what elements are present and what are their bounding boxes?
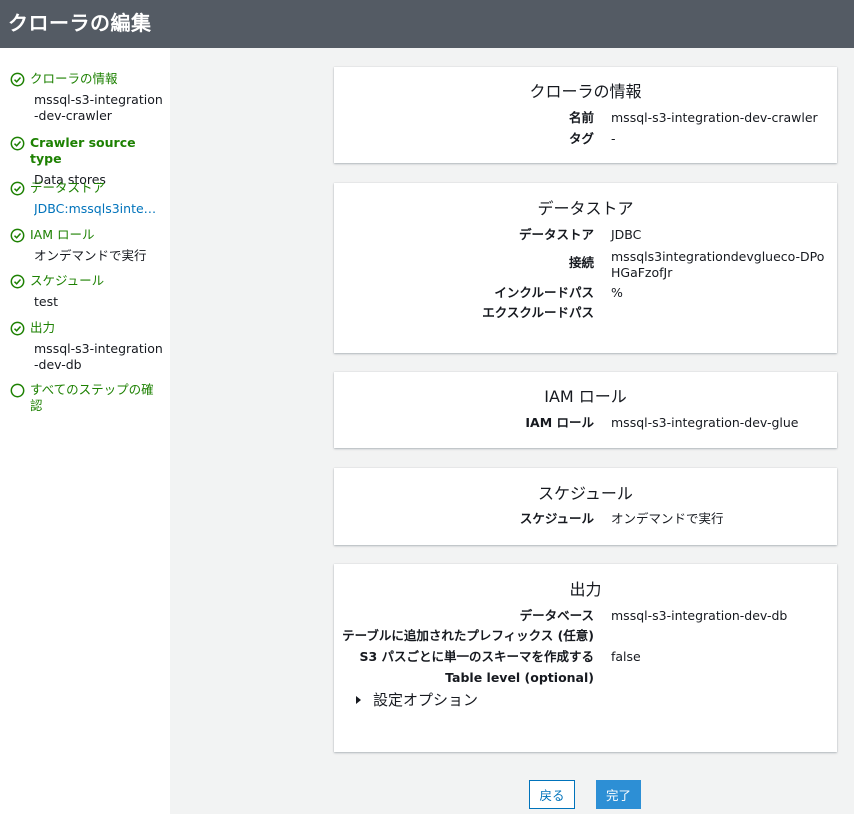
card-title: 出力 xyxy=(569,580,602,599)
detail-key: 名前 xyxy=(568,110,594,125)
step-head[interactable]: クローラの情報 xyxy=(10,71,165,87)
check-circle-icon xyxy=(10,181,25,196)
step-label: クローラの情報 xyxy=(30,71,118,86)
wizard-sidebar: クローラの情報 mssql-s3-integration-dev-crawler… xyxy=(0,48,170,814)
step-iam-role[interactable]: IAM ロール オンデマンドで実行 xyxy=(10,227,165,264)
card-crawler-info: クローラの情報 名前 mssql-s3-integration-dev-craw… xyxy=(334,67,837,163)
card-title: IAM ロール xyxy=(544,387,627,406)
step-label: すべてのステップの確認 xyxy=(30,382,154,413)
detail-key: テーブルに追加されたプレフィックス (任意) xyxy=(342,628,594,643)
page-title: クローラの編集 xyxy=(8,11,152,35)
step-head[interactable]: データストア xyxy=(10,180,165,196)
check-circle-icon xyxy=(10,321,25,336)
detail-value: mssql-s3-integration-dev-glue xyxy=(611,415,799,430)
detail-key: インクルードパス xyxy=(494,285,594,300)
step-value: オンデマンドで実行 xyxy=(34,248,147,263)
detail-value: mssql-s3-integration-dev-crawler xyxy=(611,110,818,125)
card-title: データストア xyxy=(537,199,634,218)
detail-key: Table level (optional) xyxy=(445,670,594,685)
step-value: mssql-s3-integration-dev-crawler xyxy=(34,92,163,123)
detail-value: - xyxy=(611,131,616,146)
detail-value: mssql-s3-integration-dev-db xyxy=(611,608,788,623)
step-review[interactable]: すべてのステップの確認 xyxy=(10,382,165,414)
caret-right-icon xyxy=(356,695,361,704)
check-circle-icon xyxy=(10,136,25,151)
card-title: スケジュール xyxy=(538,484,633,503)
detail-key: エクスクルードパス xyxy=(482,305,594,320)
step-label: データストア xyxy=(30,180,106,195)
back-button[interactable]: 戻る xyxy=(529,780,575,809)
step-label: 出力 xyxy=(30,320,56,335)
step-output[interactable]: 出力 mssql-s3-integration-dev-db xyxy=(10,320,165,373)
step-data-store[interactable]: データストア JDBC:mssqls3integrationdevglueco-… xyxy=(10,180,165,217)
card-schedule: スケジュール スケジュール オンデマンドで実行 xyxy=(334,468,837,545)
page-header: クローラの編集 xyxy=(0,0,854,48)
step-crawler-info[interactable]: クローラの情報 mssql-s3-integration-dev-crawler xyxy=(10,71,165,124)
step-head[interactable]: すべてのステップの確認 xyxy=(10,382,165,414)
detail-key: IAM ロール xyxy=(525,415,594,430)
step-value-link[interactable]: JDBC:mssqls3integrationdevglueco-DPoHGaF… xyxy=(34,201,159,217)
step-head[interactable]: 出力 xyxy=(10,320,165,336)
detail-value: mssqls3integrationdevglueco-DPoHGaFzofJr xyxy=(611,249,825,280)
detail-key: S3 パスごとに単一のスキーマを作成する xyxy=(359,649,594,664)
step-head[interactable]: スケジュール xyxy=(10,273,165,289)
check-circle-icon xyxy=(10,72,25,87)
step-label: Crawler source type xyxy=(30,135,136,166)
check-circle-icon xyxy=(10,274,25,289)
step-label: IAM ロール xyxy=(30,227,95,242)
detail-value: オンデマンドで実行 xyxy=(611,511,724,526)
empty-circle-icon xyxy=(10,383,25,398)
card-data-store: データストア データストア JDBC 接続 mssqls3integration… xyxy=(334,183,837,353)
step-label: スケジュール xyxy=(30,273,105,288)
detail-key: 接続 xyxy=(568,255,594,270)
expander-label: 設定オプション xyxy=(373,691,479,709)
step-head[interactable]: Crawler source type xyxy=(10,135,165,167)
finish-button[interactable]: 完了 xyxy=(596,780,641,809)
card-output: 出力 データベース mssql-s3-integration-dev-db テー… xyxy=(334,564,837,752)
detail-value: JDBC xyxy=(611,227,642,242)
detail-key: データベース xyxy=(519,608,594,623)
detail-key: タグ xyxy=(568,131,594,146)
detail-value: % xyxy=(611,285,623,300)
step-value: test xyxy=(34,294,59,309)
detail-key: スケジュール xyxy=(519,511,594,526)
check-circle-icon xyxy=(10,228,25,243)
card-title: クローラの情報 xyxy=(529,82,642,101)
detail-key: データストア xyxy=(518,227,594,242)
step-value: mssql-s3-integration-dev-db xyxy=(34,341,163,372)
step-schedule[interactable]: スケジュール test xyxy=(10,273,165,310)
card-iam-role: IAM ロール IAM ロール mssql-s3-integration-dev… xyxy=(334,372,837,448)
detail-value: false xyxy=(611,649,641,664)
config-options-expander[interactable]: 設定オプション xyxy=(356,689,478,710)
step-head[interactable]: IAM ロール xyxy=(10,227,165,243)
